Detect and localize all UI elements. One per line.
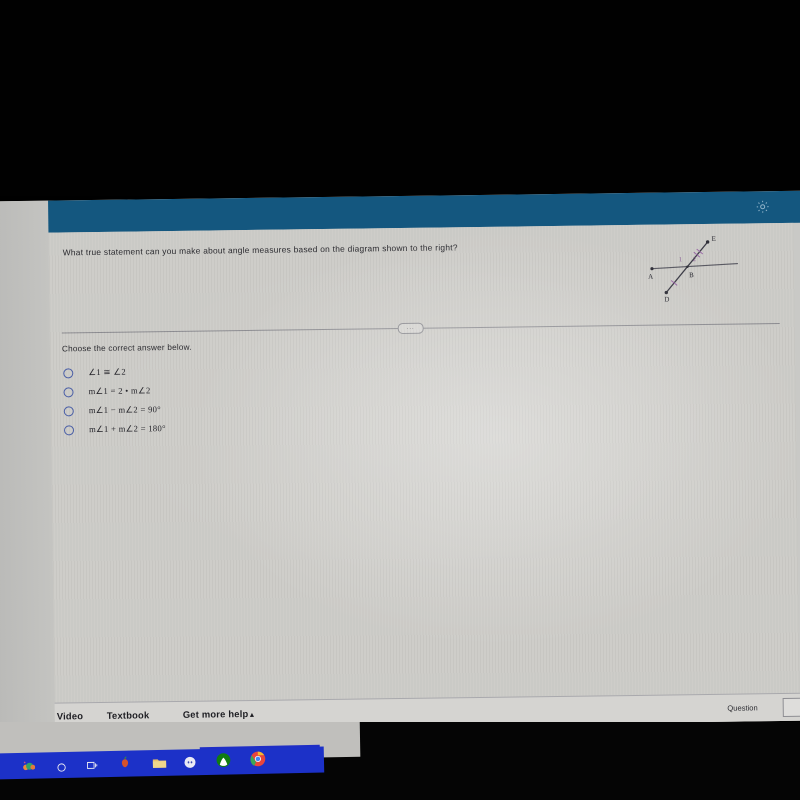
svg-text:D: D: [664, 295, 669, 303]
search-icon[interactable]: [56, 760, 69, 773]
radio-button-1[interactable]: [63, 367, 74, 378]
get-more-help-label: Get more help: [182, 708, 249, 720]
angle-diagram: A B D E 1 2: [643, 227, 754, 304]
textbook-link[interactable]: Textbook: [107, 709, 150, 721]
screen-content: What true statement can you make about a…: [0, 190, 800, 732]
answer-options: ∠1 ≅ ∠2 m∠1 = 2 • m∠2 m∠1 − m∠2 = 90° m∠…: [62, 359, 393, 439]
choose-answer-label: Choose the correct answer below.: [61, 342, 192, 354]
desk-and-taskbar: SCEPTRE: [0, 722, 800, 800]
gear-icon[interactable]: [755, 199, 770, 214]
question-counter-label: Question: [727, 703, 758, 713]
chevron-up-icon: ▲: [248, 711, 256, 720]
answer-option-2-label: m∠1 = 2 • m∠2: [88, 385, 151, 397]
answer-option-4-label: m∠1 + m∠2 = 180°: [88, 423, 166, 435]
question-number-box[interactable]: [782, 697, 800, 718]
xbox-icon[interactable]: [216, 752, 231, 768]
task-view-icon[interactable]: [86, 758, 99, 771]
file-explorer-icon[interactable]: [152, 756, 167, 769]
svg-text:B: B: [689, 271, 694, 279]
get-more-help-button[interactable]: Get more help▲: [183, 708, 256, 720]
discord-icon[interactable]: [184, 755, 197, 768]
question-prompt: What true statement can you make about a…: [62, 242, 458, 258]
svg-text:2: 2: [693, 256, 696, 263]
chrome-icon[interactable]: [250, 751, 266, 767]
answer-option-3-label: m∠1 − m∠2 = 90°: [88, 404, 162, 416]
divider-handle[interactable]: ...: [397, 322, 424, 335]
start-icon[interactable]: [22, 760, 36, 773]
radio-button-4[interactable]: [63, 424, 75, 435]
svg-text:E: E: [712, 235, 716, 243]
svg-text:1: 1: [679, 256, 682, 263]
answer-option-4[interactable]: m∠1 + m∠2 = 180°: [63, 416, 393, 439]
left-gutter: [0, 200, 55, 732]
radio-button-2[interactable]: [63, 386, 74, 397]
video-link[interactable]: Video: [57, 710, 84, 721]
radio-button-3[interactable]: [63, 405, 74, 416]
question-sheet: What true statement can you make about a…: [48, 222, 800, 703]
monitor-bezel-top: [0, 0, 800, 196]
svg-text:A: A: [648, 273, 653, 281]
answer-option-1-label: ∠1 ≅ ∠2: [88, 366, 126, 378]
fl-studio-icon[interactable]: [119, 756, 132, 769]
windows-taskbar[interactable]: [0, 746, 325, 780]
monitor-photo: What true statement can you make about a…: [0, 0, 800, 800]
